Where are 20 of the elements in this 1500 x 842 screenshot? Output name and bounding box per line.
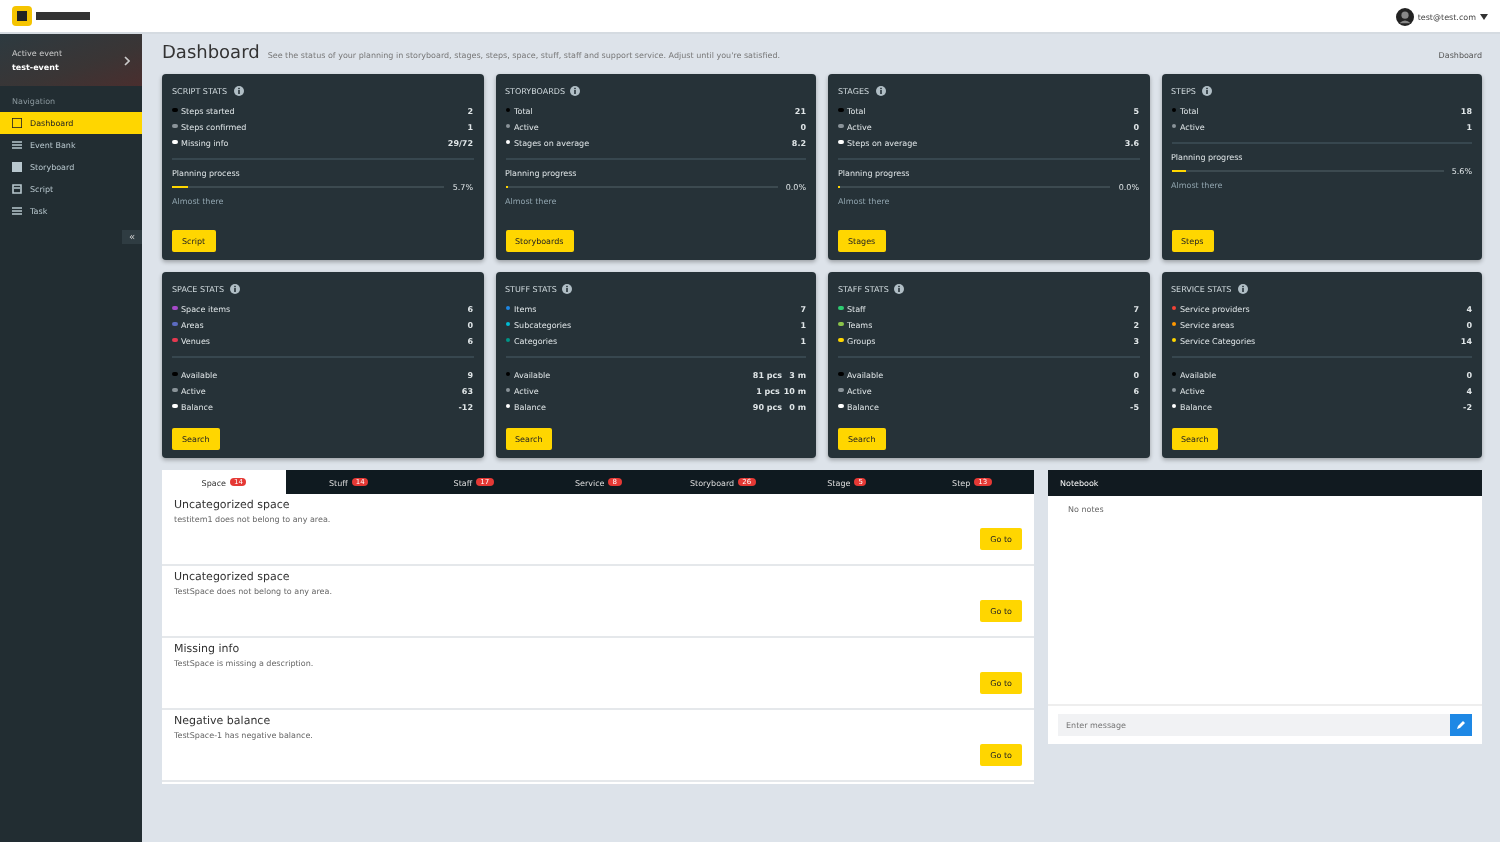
menu-item-icon: [12, 184, 22, 194]
info-icon[interactable]: [875, 86, 886, 96]
info-icon[interactable]: [230, 284, 241, 294]
info-icon[interactable]: [570, 86, 581, 96]
page-title: Dashboard: [162, 44, 260, 64]
avatar-icon[interactable]: [1395, 7, 1414, 25]
chevron-right-icon[interactable]: [124, 55, 130, 65]
info-icon[interactable]: [233, 86, 243, 96]
caret-icon[interactable]: [1480, 13, 1488, 19]
menu-item-icon: [12, 206, 22, 216]
info-icon[interactable]: [1201, 86, 1212, 96]
info-icon[interactable]: [562, 284, 573, 294]
pencil-icon: [1456, 720, 1466, 730]
logo-icon: [12, 6, 92, 26]
menu-item-icon: [12, 162, 22, 172]
menu-item-icon: [12, 140, 22, 150]
send-button[interactable]: [1450, 714, 1472, 736]
info-icon[interactable]: [1237, 284, 1248, 294]
info-icon[interactable]: [894, 284, 905, 294]
menu-item-icon: [12, 118, 22, 128]
